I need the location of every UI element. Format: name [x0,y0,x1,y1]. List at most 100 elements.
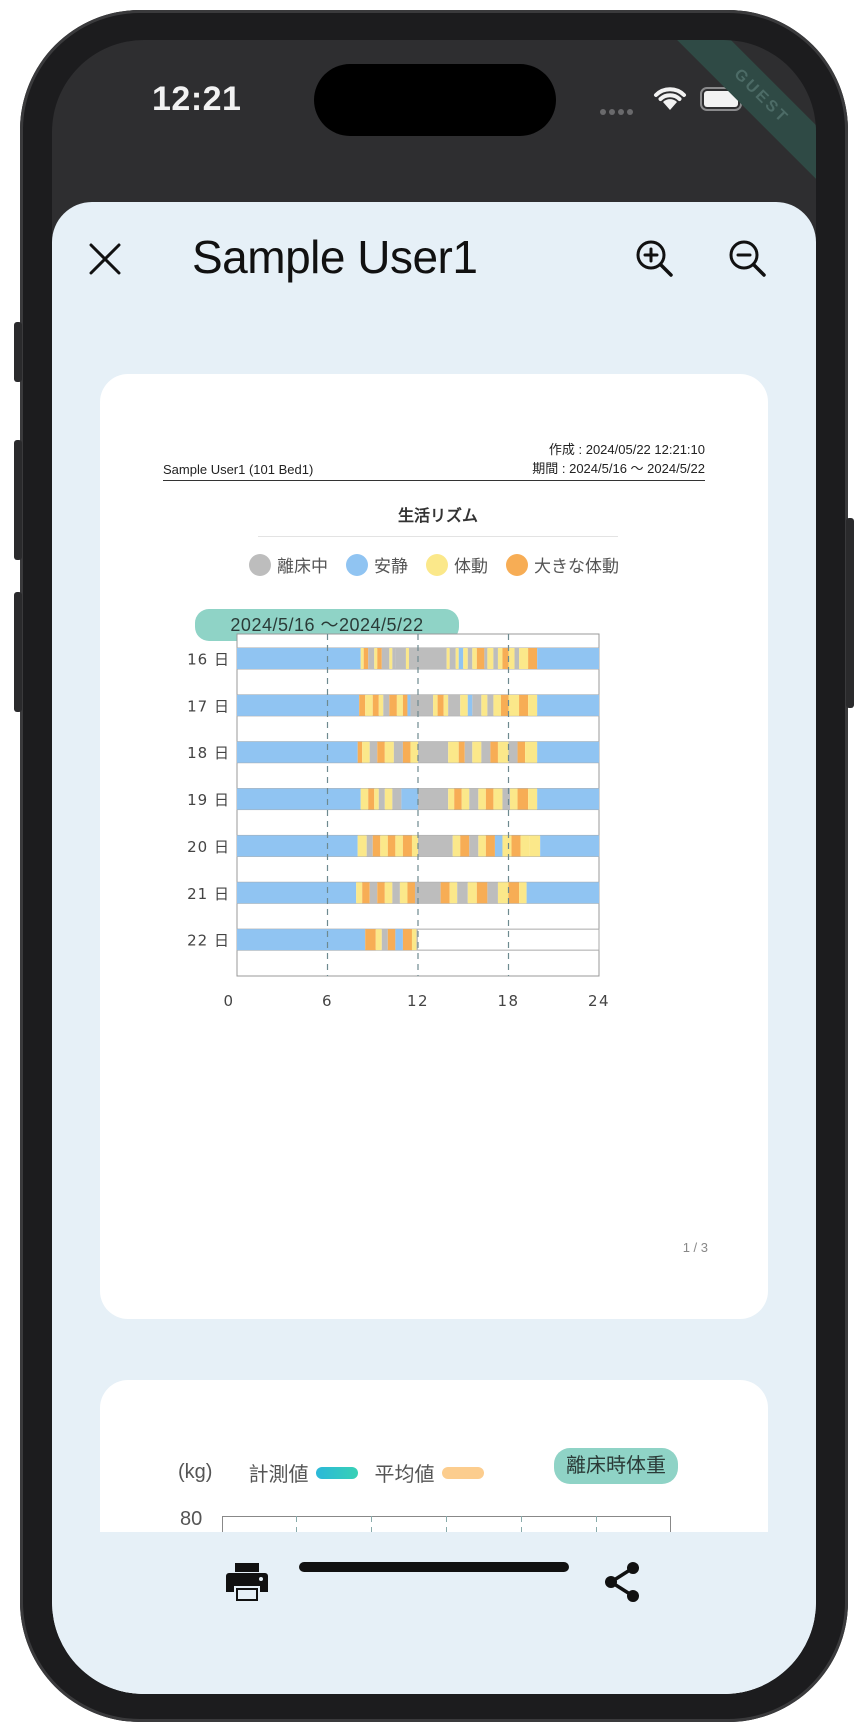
status-bar: 12:21 GUEST [52,40,816,185]
segment [454,788,462,810]
row-label: 20 日 [187,838,230,856]
segment [517,788,529,810]
x-tick-label: 24 [588,992,610,1010]
close-icon [89,243,121,275]
segment [460,694,468,716]
segment [458,648,464,669]
report-page-1[interactable]: Sample User1 (101 Bed1) 作成 : 2024/05/22 … [100,374,768,1319]
segment [381,648,390,669]
row-label: 22 日 [187,932,230,950]
segment [449,648,456,669]
segment [528,648,538,669]
share-button[interactable] [592,1552,652,1612]
segment [467,648,473,669]
segment [378,694,384,716]
share-icon [605,1562,639,1602]
segment [472,741,482,763]
segment [401,788,418,810]
segment [519,648,529,669]
segment [469,788,479,810]
segment [389,694,397,716]
segment [487,882,498,904]
weight-unit: (kg) [178,1461,213,1483]
segment [237,882,357,904]
segment [446,648,450,669]
wifi-icon [654,87,686,110]
segment [395,929,403,951]
segment [407,694,411,716]
segment [508,648,515,669]
segment [448,694,461,716]
legend-item-absent: 離床中 [249,552,328,577]
x-tick-label: 12 [407,992,429,1010]
row-label: 21 日 [187,885,230,903]
average-swatch [442,1466,485,1479]
segment [457,882,468,904]
row-label: 19 日 [187,791,230,809]
legend-label: 大きな体動 [534,557,619,576]
segment [478,835,486,857]
segment [237,648,361,669]
segment [363,648,369,669]
side-button-volume-up [14,440,22,560]
segment [360,788,369,810]
segment [237,694,360,716]
segment [402,694,408,716]
dynamic-island [314,64,556,136]
chart-legend: 離床中 安静 体動 大きな体動 [100,552,768,577]
segment [517,741,526,763]
segment [464,741,473,763]
segment [440,882,450,904]
legend-item-big-motion: 大きな体動 [506,552,619,577]
legend-swatch [426,553,448,576]
close-button[interactable] [78,232,132,286]
segment [414,882,441,904]
segment [537,788,599,810]
home-indicator [299,1562,569,1572]
segment [514,648,520,669]
segment [372,694,379,716]
segment [529,835,541,857]
segment [455,648,459,669]
zoom-in-button[interactable] [626,230,682,286]
segment [519,882,527,904]
zoom-out-button[interactable] [719,230,775,286]
segment [369,741,378,763]
segment [237,835,358,857]
segment [377,741,385,763]
segment [399,882,408,904]
segment [237,741,358,763]
segment [493,788,503,810]
segment [528,694,538,716]
segment [418,741,449,763]
segment [374,648,378,669]
segment [493,694,501,716]
row-label: 16 日 [187,651,230,669]
weight-badge: 離床時体重 [554,1448,678,1484]
segment [460,835,470,857]
segment [508,694,520,716]
segment [510,788,518,810]
segment [365,694,373,716]
segment [393,741,403,763]
measured-swatch [316,1466,359,1479]
segment [395,835,403,857]
segment [410,741,418,763]
segment [237,788,361,810]
segment [237,929,366,951]
legend-label: 離床中 [277,557,328,576]
segment [360,648,364,669]
legend-swatch [249,553,271,576]
segment [497,648,503,669]
segment [487,648,494,669]
measured-label: 計測値 [248,1464,309,1486]
row-label: 18 日 [187,744,230,762]
segment [384,788,393,810]
print-button[interactable] [217,1552,277,1612]
report-created: 作成 : 2024/05/22 12:21:10 [548,442,705,457]
status-time: 12:21 [152,80,242,118]
segment [384,741,394,763]
segment [490,741,498,763]
segment [407,882,415,904]
segment [405,648,409,669]
